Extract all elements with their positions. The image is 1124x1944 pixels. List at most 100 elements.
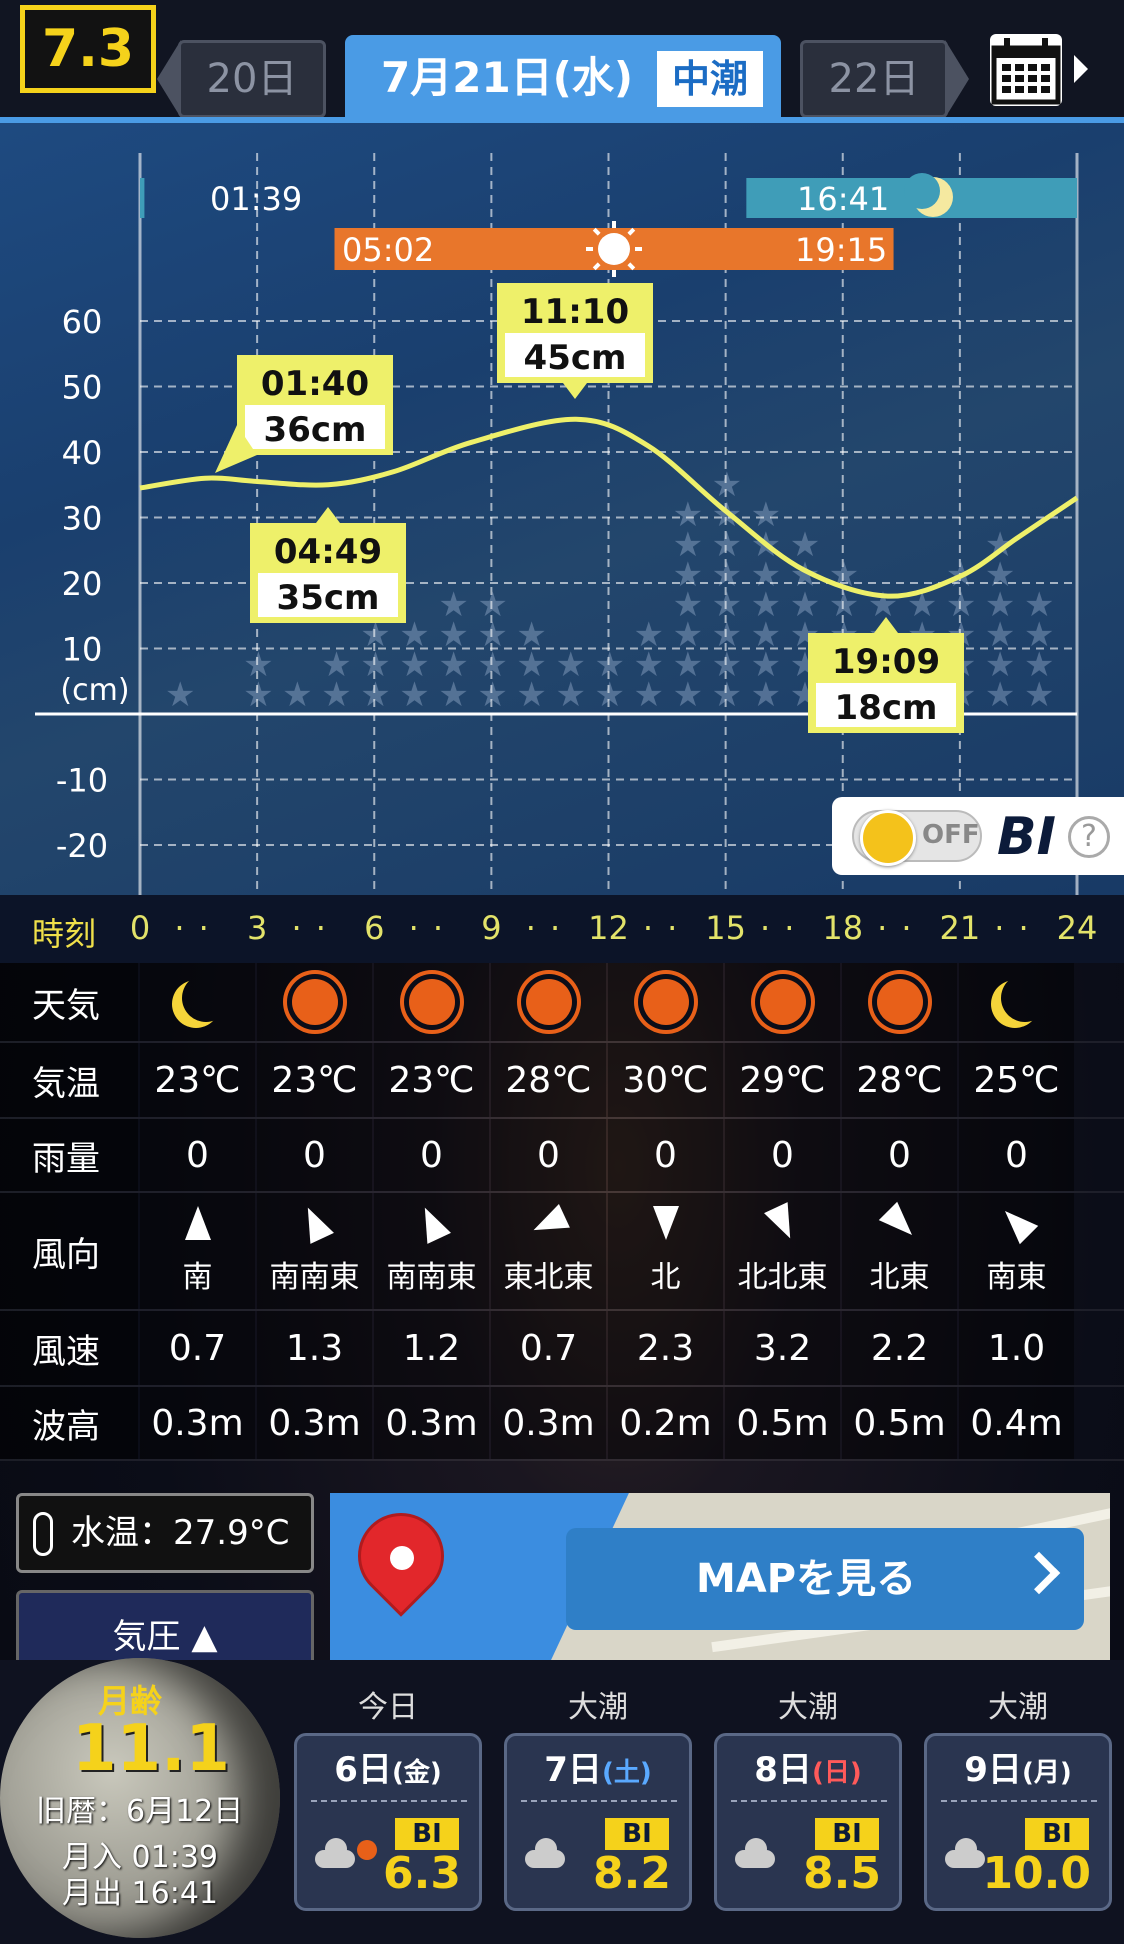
weather-cell: 北北東 (725, 1193, 840, 1309)
weather-cell: 0 (959, 1119, 1074, 1191)
tide-annotation-pointer (563, 383, 587, 399)
prev-day-button[interactable]: 20日 (157, 40, 326, 118)
moon-visible-bar (140, 178, 145, 218)
day-card-label: 大潮 (778, 1690, 838, 1725)
star-pattern: ★ (751, 495, 781, 535)
cloud-icon (735, 1838, 775, 1868)
y-tick-label: 30 (62, 500, 103, 538)
y-tick-label: 20 (62, 565, 103, 603)
weather-temp-value: 23℃ (388, 1059, 475, 1101)
weather-rain-value: 0 (654, 1134, 677, 1176)
tide-annotation-time: 11:10 (521, 292, 629, 332)
sunrise-label: 05:02 (342, 231, 434, 269)
calendar-arrow-icon[interactable] (1074, 55, 1088, 83)
time-label: 時刻 (32, 915, 97, 953)
star-pattern: ★ (868, 585, 898, 625)
weather-wave-value: 0.3m (151, 1402, 244, 1444)
weather-wave-value: 0.5m (736, 1402, 829, 1444)
day-card-label: 今日 (358, 1690, 418, 1725)
weather-cell: 0 (140, 1119, 255, 1191)
moon-icon-shadow (904, 173, 940, 209)
weather-cell: 1.0 (959, 1311, 1074, 1385)
day-card[interactable]: 9日(月) BI 10.0 (924, 1733, 1112, 1911)
weather-wave-value: 0.4m (970, 1402, 1063, 1444)
day-of-week: (日) (811, 1758, 862, 1788)
tick-dots: ·· (525, 909, 575, 947)
sun-icon (598, 233, 630, 265)
x-tick-label: 3 (246, 909, 268, 947)
star-pattern: ★ (165, 675, 195, 715)
switch-knob[interactable] (860, 810, 916, 866)
weather-row-temp: 気温 23℃ 23℃ 23℃ 28℃ 30℃ 29℃ 28℃ 25℃ (0, 1043, 1124, 1119)
weather-cell: 南南東 (374, 1193, 489, 1309)
weather-rain-value: 0 (303, 1134, 326, 1176)
view-map-button[interactable]: MAPを見る (566, 1528, 1084, 1630)
next-day-button[interactable]: 22日 (800, 40, 969, 118)
weather-wind_speed-value: 3.2 (753, 1327, 812, 1369)
sunset-label: 19:15 (795, 231, 887, 269)
day-card-date: 7日(土) (507, 1742, 689, 1791)
weather-row-wind_speed: 風速 0.7 1.3 1.2 0.7 2.3 3.2 2.2 1.0 (0, 1311, 1124, 1387)
help-icon[interactable]: ? (1068, 816, 1110, 858)
weather-cell: 0.5m (725, 1387, 840, 1459)
day-card[interactable]: 6日(金) BI 6.3 (294, 1733, 482, 1911)
x-tick-label: 15 (705, 909, 746, 947)
bi-toggle[interactable]: OFF BI ? (832, 797, 1124, 875)
weather-temp-value: 29℃ (739, 1059, 826, 1101)
weather-cell: 2.2 (842, 1311, 957, 1385)
weather-cell: 南東 (959, 1193, 1074, 1309)
weather-cell: 0.4m (959, 1387, 1074, 1459)
bi-label: BI (997, 807, 1056, 867)
weather-rain-value: 0 (186, 1134, 209, 1176)
wind-direction: 南東 (986, 1260, 1047, 1295)
weather-temp-value: 23℃ (154, 1059, 241, 1101)
moonrise-label: 16:41 (797, 180, 889, 218)
weather-cell: 30℃ (608, 1043, 723, 1117)
day-card[interactable]: 8日(日) BI 8.5 (714, 1733, 902, 1911)
x-tick-label: 18 (822, 909, 864, 947)
current-date-tab: 7月21日(水) 中潮 (345, 35, 781, 122)
tide-chart: ★ ★ ★ ★ ★ ★ ★ ★ ★ ★ ★ ★ ★ ★ ★ ★ ★ ★ ★ ★ ★ ★ ★ ★ ★ ★ ★ ★ ★ ★ ★ ★ ★ ★ ★ ★ ★ ★ ★ ★… (0, 123, 1124, 895)
sun-icon (525, 979, 572, 1025)
day-date: 8日 (754, 1750, 812, 1790)
weather-cell: 0 (608, 1119, 723, 1191)
weather-cell (257, 963, 372, 1041)
star-pattern: ★ (1024, 585, 1054, 625)
bi-badge: BI (1025, 1818, 1089, 1850)
weather-wind_speed-value: 2.2 (870, 1327, 929, 1369)
bi-value: 6.3 (383, 1848, 461, 1899)
wind-arrow-icon (652, 1206, 679, 1240)
y-tick-label: 10 (62, 631, 103, 669)
map-panel[interactable]: MAPを見る (330, 1493, 1110, 1660)
tick-dots: ·· (994, 909, 1043, 947)
weather-cell: 0.7 (491, 1311, 606, 1385)
weather-rain-value: 0 (771, 1134, 794, 1176)
tick-dots: ·· (174, 909, 223, 947)
pressure-button[interactable]: 気圧 ▲ (16, 1590, 314, 1660)
weather-row-label: 雨量 (0, 1119, 138, 1191)
x-tick-label: 9 (481, 909, 502, 947)
water-temp-value: 水温：27.9°C (71, 1513, 290, 1553)
bi-badge: BI (605, 1818, 669, 1850)
tick-dots: ·· (877, 909, 926, 947)
weather-rain-value: 0 (888, 1134, 911, 1176)
weather-cell: 0 (374, 1119, 489, 1191)
tick-dots: ·· (642, 909, 692, 947)
weather-cell: 北 (608, 1193, 723, 1309)
day-card[interactable]: 7日(土) BI 8.2 (504, 1733, 692, 1911)
star-pattern: ★ (712, 465, 742, 505)
wind-direction: 南 (182, 1260, 213, 1295)
bi-value: 8.5 (803, 1848, 881, 1899)
sun-icon (642, 979, 689, 1025)
day-of-week: (土) (601, 1758, 652, 1788)
weather-wind_speed-value: 1.0 (987, 1327, 1046, 1369)
bi-badge: BI (815, 1818, 879, 1850)
sun-icon (408, 979, 455, 1025)
bi-switch[interactable]: OFF (852, 810, 982, 866)
weather-cell: 28℃ (842, 1043, 957, 1117)
weather-cell: 東北東 (491, 1193, 606, 1309)
calendar-icon[interactable] (990, 34, 1062, 106)
weather-cell: 0.3m (140, 1387, 255, 1459)
tick-dots: ·· (291, 909, 340, 947)
weather-cell: 0 (725, 1119, 840, 1191)
